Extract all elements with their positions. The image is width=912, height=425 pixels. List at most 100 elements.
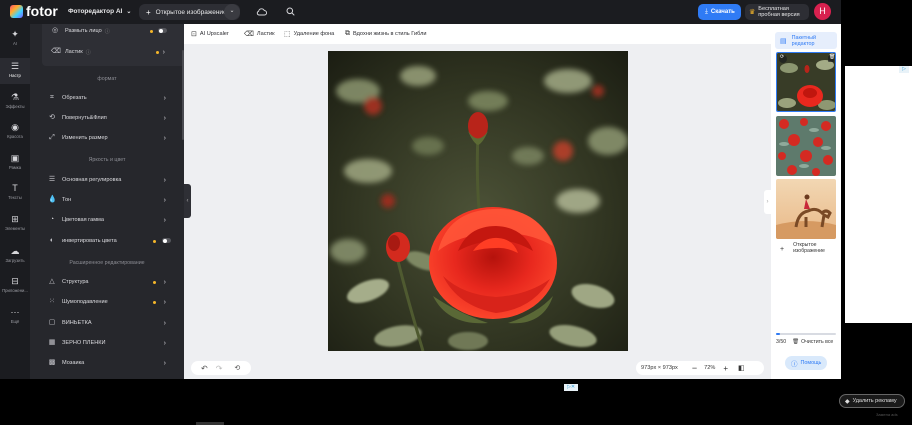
cloud-icon[interactable]	[256, 7, 267, 16]
rail-item-adjust[interactable]: ☰ Настр	[0, 58, 30, 84]
grain-icon: ▦	[48, 339, 56, 346]
ad-choices-badge[interactable]: ▷✕	[564, 384, 578, 391]
editor-menu[interactable]: Фоторедактор AI ⌄	[68, 8, 131, 15]
crop-icon: ⌗	[50, 94, 54, 101]
resize-row[interactable]: ⤢ Изменить размер ›	[48, 131, 168, 145]
vignette-label: ВИНЬЕТКА	[62, 320, 92, 326]
rail-item-more[interactable]: ⋯ Ещё	[0, 307, 30, 324]
clear-all-button[interactable]: Очистить все	[801, 339, 833, 345]
ai-upscaler-button[interactable]: ⊡ AI Upscaler	[191, 30, 229, 38]
basic-adjust-row[interactable]: ☰ Основная регулировка ›	[48, 173, 168, 187]
rail-item-elements[interactable]: ⊞ Элементы	[0, 214, 30, 231]
blur-face-icon: ◎	[51, 27, 59, 34]
zoom-controls: 973px × 973px − 72% + ◧	[636, 361, 764, 375]
eraser-icon: ⌫	[51, 48, 61, 55]
refresh-icon[interactable]: ⟳	[780, 54, 784, 60]
rail-item-text[interactable]: T Тексты	[0, 183, 30, 200]
eraser-row[interactable]: ⌫ Ластик ⓘ ›	[51, 45, 167, 59]
vignette-row[interactable]: ▢ ВИНЬЕТКА ›	[48, 316, 168, 330]
history-controls: ↶ ↷ ⟲	[191, 361, 251, 375]
thumbnail-1[interactable]: ⟳ 🗑	[776, 52, 836, 112]
zoom-out-icon[interactable]: −	[692, 363, 697, 373]
rose-photo	[328, 51, 628, 351]
chevron-down-icon[interactable]: ⌄	[224, 4, 240, 20]
blur-face-row[interactable]: ◎ Размыть лицо ⓘ	[51, 24, 167, 38]
canvas-bottom-bar: ↶ ↷ ⟲ 973px × 973px − 72% + ◧	[184, 357, 771, 379]
rail-label: Настр	[9, 73, 21, 78]
open-image-small-button[interactable]: + Открытое изображение	[776, 242, 836, 256]
search-icon[interactable]	[286, 7, 295, 16]
info-icon[interactable]: ⓘ	[105, 28, 110, 35]
chevron-right-icon: ›	[163, 114, 166, 122]
invert-colors-toggle[interactable]	[162, 238, 171, 243]
help-button[interactable]: ⓘ Помощь	[785, 356, 827, 370]
open-image-button[interactable]: + Открытое изображение ⌄	[139, 4, 240, 20]
left-rail: ✦ AI ☰ Настр ⚗ Эффекты ◉ Красота ▣ Рамка…	[0, 24, 30, 379]
film-grain-row[interactable]: ▦ ЗЕРНО ПЛЕНКИ ›	[48, 336, 168, 350]
crop-row[interactable]: ⌗ Обрезать ›	[48, 91, 168, 105]
thumbnail-3[interactable]	[776, 179, 836, 239]
resize-label: Изменить размер	[62, 135, 108, 141]
drop-icon: 💧	[48, 196, 57, 203]
blur-face-label: Размыть лицо	[65, 28, 102, 34]
structure-row[interactable]: △ Структура ›	[48, 275, 168, 289]
avatar[interactable]: Н	[814, 3, 831, 20]
trash-icon[interactable]: 🗑	[829, 54, 835, 60]
sparkle-icon: ✦	[11, 29, 19, 39]
open-image-label: Открытое изображение	[155, 8, 227, 16]
invert-icon: ◐	[49, 237, 55, 244]
chevron-right-icon: ›	[163, 196, 166, 204]
fotor-logo[interactable]: fotor	[10, 4, 58, 19]
more-icon: ⋯	[10, 307, 20, 317]
rail-label: Элементы	[4, 226, 26, 231]
collapse-panel-handle[interactable]: ‹	[184, 184, 191, 218]
rail-label: Приложени...	[2, 288, 28, 293]
expand-right-panel-handle[interactable]: ›	[764, 190, 771, 214]
blur-face-toggle[interactable]	[158, 28, 167, 33]
canvas-area: ⊡ AI Upscaler ⌫ Ластик ⬚ Удаление фона ⧉…	[184, 24, 771, 379]
rail-item-ai[interactable]: ✦ AI	[0, 29, 30, 46]
batch-editor-button[interactable]: ▤ Пакетный редактор	[775, 32, 837, 49]
mosaic-row[interactable]: ▩ Мозаика ›	[48, 356, 168, 370]
compare-icon[interactable]: ◧	[738, 364, 745, 372]
redo-icon[interactable]: ↷	[216, 364, 223, 373]
sliders-icon: ☰	[48, 176, 56, 183]
open-image-line2: изображение	[793, 248, 825, 254]
info-icon[interactable]: ⓘ	[86, 49, 91, 56]
ad-choices-icon[interactable]: ▷	[899, 66, 909, 73]
flask-icon: ⚗	[10, 92, 20, 102]
remove-ads-button[interactable]: ◆ Удалить рекламу	[839, 394, 905, 408]
editor-menu-label: Фоторедактор AI	[68, 8, 123, 15]
crown-icon: ♛	[749, 9, 756, 16]
resize-icon: ⤢	[49, 134, 55, 141]
history-icon[interactable]: ⟲	[234, 364, 240, 372]
plus-icon: +	[146, 7, 151, 17]
free-trial-button[interactable]: ♛ Бесплатная пробная версия	[745, 4, 809, 20]
zoom-in-icon[interactable]: +	[723, 364, 728, 373]
rail-item-beauty[interactable]: ◉ Красота	[0, 122, 30, 139]
eraser-label: Ластик	[65, 49, 83, 55]
bg-remove-button[interactable]: ⬚ Удаление фона	[284, 30, 334, 38]
eraser-tool-button[interactable]: ⌫ Ластик	[244, 30, 275, 38]
invert-colors-row[interactable]: ◐ инвертировать цвета	[48, 234, 171, 248]
tone-row[interactable]: 💧 Тон ›	[48, 193, 168, 207]
chevron-right-icon: ›	[163, 319, 166, 327]
ghibli-button[interactable]: ⧉ Вдохни жизнь в стиль Гибли	[345, 30, 426, 38]
rail-item-apps[interactable]: ⊟ Приложени...	[0, 276, 30, 293]
color-gamut-label: Цветовая гамма	[62, 217, 105, 223]
thumbnail-2[interactable]	[776, 116, 836, 176]
trash-icon[interactable]: 🗑	[792, 339, 799, 345]
chevron-right-icon: ›	[163, 216, 166, 224]
photo-canvas[interactable]	[328, 51, 628, 351]
rail-item-frame[interactable]: ▣ Рамка	[0, 153, 30, 170]
zoom-level[interactable]: 72%	[704, 365, 715, 371]
rail-item-upload[interactable]: ☁ Загрузить	[0, 246, 30, 263]
download-icon: ⤓	[705, 8, 708, 15]
undo-icon[interactable]: ↶	[201, 364, 208, 373]
logo-mark-icon	[10, 5, 23, 18]
rotate-flip-row[interactable]: ⟲ Повернуть&Флип ›	[48, 111, 168, 125]
denoise-row[interactable]: ⁙ Шумоподавление ›	[48, 295, 168, 309]
download-button[interactable]: ⤓ Скачать	[698, 4, 741, 20]
color-gamut-row[interactable]: ◔ Цветовая гамма ›	[48, 213, 168, 227]
rail-item-effects[interactable]: ⚗ Эффекты	[0, 92, 30, 109]
